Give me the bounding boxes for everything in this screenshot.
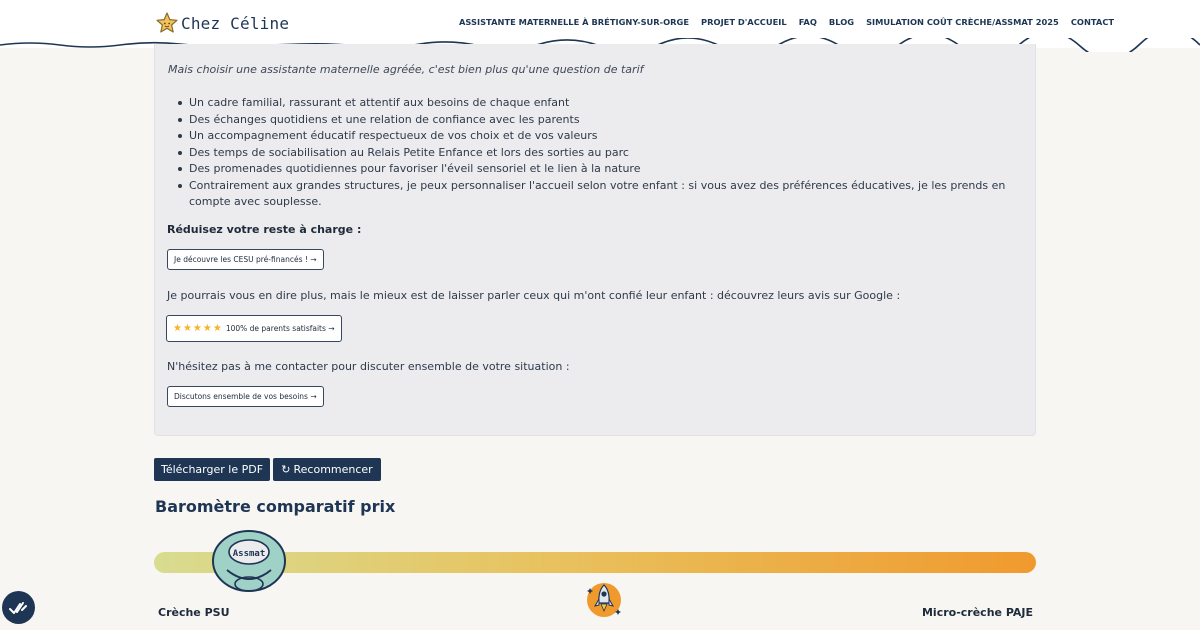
- nav-item-assistante[interactable]: ASSISTANTE MATERNELLE À BRÉTIGNY-SUR-ORG…: [459, 17, 689, 27]
- cesu-button[interactable]: Je découvre les CESU pré-financés ! →: [167, 249, 324, 270]
- pacifier-icon: Assmat: [212, 530, 286, 592]
- refresh-icon: ↻: [281, 463, 291, 476]
- rating-stars-icon: ★★★★★: [173, 323, 223, 334]
- nav-item-contact[interactable]: CONTACT: [1071, 17, 1114, 27]
- restart-button[interactable]: ↻ Recommencer: [273, 458, 381, 481]
- nav-item-blog[interactable]: BLOG: [829, 17, 854, 27]
- pacifier-label: Assmat: [233, 549, 266, 559]
- nav-item-projet-accueil[interactable]: PROJET D'ACCUEIL: [701, 17, 787, 27]
- list-item: Des temps de sociabilisation au Relais P…: [176, 145, 1016, 162]
- download-pdf-button[interactable]: Télécharger le PDF: [154, 458, 270, 481]
- google-reviews-button[interactable]: ★★★★★ 100% de parents satisfaits →: [166, 315, 342, 342]
- rocket-icon: [587, 583, 621, 617]
- google-reviews-label: 100% de parents satisfaits →: [225, 324, 335, 333]
- benefits-list: Un cadre familial, rassurant et attentif…: [176, 95, 1016, 211]
- list-item: Un accompagnement éducatif respectueux d…: [176, 128, 1016, 145]
- floating-action-button[interactable]: [2, 591, 35, 624]
- gauge-label-right: Micro-crèche PAJE: [921, 606, 1033, 619]
- reduce-cost-heading: Réduisez votre reste à charge :: [167, 223, 362, 236]
- list-item: Des promenades quotidiennes pour favoris…: [176, 161, 1016, 178]
- google-reviews-text: Je pourrais vous en dire plus, mais le m…: [167, 289, 901, 302]
- list-item: Un cadre familial, rassurant et attentif…: [176, 95, 1016, 112]
- list-item: Des échanges quotidiens et une relation …: [176, 112, 1016, 129]
- contact-button[interactable]: Discutons ensemble de vos besoins →: [167, 386, 324, 407]
- card-intro: Mais choisir une assistante maternelle a…: [168, 63, 644, 76]
- list-item: Contrairement aux grandes structures, je…: [176, 178, 1016, 211]
- star-icon: [156, 12, 178, 33]
- site-header: Chez Céline ASSISTANTE MATERNELLE À BRÉT…: [0, 0, 1200, 52]
- site-logo[interactable]: Chez Céline: [155, 11, 289, 35]
- nav-item-simulation[interactable]: SIMULATION COÛT CRÈCHE/ASSMAT 2025: [866, 17, 1059, 27]
- logo-text: Chez Céline: [181, 13, 290, 33]
- main-nav: ASSISTANTE MATERNELLE À BRÉTIGNY-SUR-ORG…: [459, 17, 1114, 27]
- contact-text: N'hésitez pas à me contacter pour discut…: [167, 360, 570, 373]
- barometer-title: Baromètre comparatif prix: [155, 497, 396, 516]
- restart-label: Recommencer: [293, 463, 373, 476]
- gauge-label-left: Crèche PSU: [158, 606, 230, 619]
- checkmarks-icon: [8, 601, 27, 614]
- nav-item-faq[interactable]: FAQ: [799, 17, 817, 27]
